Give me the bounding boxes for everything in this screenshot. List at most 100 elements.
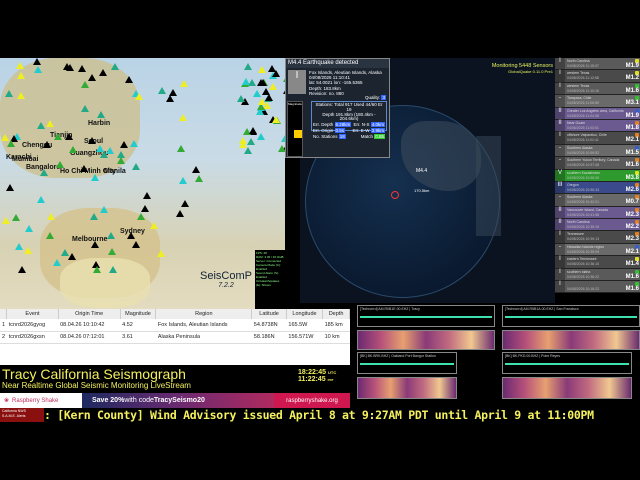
column-header[interactable]: Origin Time [58,309,121,319]
table-row[interactable]: 1 tcnrd2026gyog 08.04.26 10:10:42 4.52 Fox I… [0,319,350,332]
column-header[interactable]: Magnitude [120,309,157,319]
station-icon [265,94,274,102]
earthquake-list-item[interactable]: - Southern Alaska 04/08/2026 10:42:01 M0.7 [555,194,640,207]
station-icon [40,168,49,176]
column-header[interactable] [0,309,8,319]
earthquake-list-item[interactable]: Iwestern Texas 04/08/2026 11:10:16 M1.6 [555,82,640,96]
station-icon [25,224,34,232]
station-icon [109,265,118,273]
event-table[interactable]: Event Origin Time Magnitude Region Latitude L… [0,309,350,365]
station-icon [98,68,107,76]
earthquake-list-item[interactable]: - Tarapaca, Chile 04/08/2026 11:06:59 M3.1 [555,95,640,108]
station-icon [150,222,159,230]
station-icon [181,200,190,208]
city-label: Harbin [88,120,111,127]
station-icon [141,204,150,212]
city-label: Manila [104,168,126,175]
magnitude: M1.6 [625,273,639,280]
column-header[interactable]: Region [155,309,253,319]
earthquake-list-item[interactable]: Ieastern Tennessee 04/08/2026 10:36:10 M1.… [555,256,640,269]
station-icon [178,177,187,185]
station-icon [124,76,133,84]
magnitude: M1.2 [625,75,639,82]
raspberry-shake-logo: ❀ Raspberry Shake [0,393,82,408]
station-icon [53,258,62,266]
earthquake-list-item[interactable]: II Near Guam 04/08/2026 11:03:01 M1.8 [555,119,640,133]
station-icon [80,80,89,88]
earthquake-list-item[interactable]: II Vancouver Island, Canada 04/08/2026 10:… [555,206,640,220]
world-map[interactable]: Harbin Tianjin Seoul Chengdu Guangzhou Karach… [0,58,285,310]
table-row[interactable]: 2 tcnrd2026gxsn 08.04.26 07:12:01 3.61 Alask… [0,331,350,344]
station-icon [12,213,21,221]
intensity: - [555,194,565,206]
earthquake-list-item[interactable]: Vsouthern Kazakhstan 04/08/2026 10:55:08 M… [555,169,640,182]
station-icon [100,151,109,159]
earthquake-list-item[interactable]: - Hawaiian Islands region 04/08/2026 10:39… [555,243,640,257]
intensity: V [555,169,565,181]
magnitude: M2.6 [625,186,639,193]
magnitude: M2.3 [625,211,639,218]
station-icon [46,120,55,128]
station-icon [158,86,167,94]
magnitude: M2.1 [625,137,639,144]
status-line: Camera Mode (C): Enabled [256,263,281,271]
station-icon [37,121,46,129]
earthquake-popup: M4.4 Earthquake detected I Fox Islands, … [285,58,390,158]
magnitude: M1.6 [625,286,639,293]
magnitude: M1.4 [625,261,639,268]
event-label: M4.4 [416,168,428,174]
station-icon [107,248,116,256]
station-icon [143,192,152,200]
intensity: I [555,70,565,82]
intensity-box: I [288,70,306,94]
website-link[interactable]: raspberryshake.org [274,393,350,408]
stream-subtitle: Near Realtime Global Seismic Monitoring … [2,381,191,390]
column-header[interactable]: Depth [322,309,350,319]
station-icon [68,145,77,153]
sponsor-banner[interactable]: ❀ Raspberry Shake Save 20% with code Trac… [0,393,350,408]
column-header[interactable]: Longitude [286,309,324,319]
station-icon [61,248,70,256]
intensity: II [555,119,565,132]
station-icon [64,133,73,141]
earthquake-list-item[interactable]: I Tennessee 04/08/2026 10:39:13 M2.3 [555,231,640,244]
earthquake-list-item[interactable]: III Oregon 04/08/2026 10:50:43 M2.6 [555,181,640,195]
earthquake-list-item[interactable]: - Southern Yukon Territory, Canada 04/08/2… [555,157,640,170]
monitoring-text: Monitoring 5448 Sensors GlobalQuake 0.11.… [491,63,553,74]
station-icon [66,63,75,71]
earthquake-list-item[interactable]: I 04/08/2026 10:18:22 M1.6 [555,281,640,294]
station-icon [179,113,188,121]
station-icon [257,97,266,105]
station-icon [55,160,64,168]
earthquake-list-item[interactable]: I North Carolina 04/08/2026 11:15:07 M1.9 [555,58,640,71]
intensity: III [555,181,565,194]
magnitude: M3.8 [625,174,639,181]
magnitude-meter: Magnitude [287,101,303,157]
column-header[interactable]: Event [6,309,59,319]
station-icon [132,162,141,170]
station-icon [166,95,175,103]
column-header[interactable]: Latitude [251,309,287,319]
earthquake-list-item[interactable]: Ioffshore Valparaiso, Chile 04/08/2026 11… [555,132,640,145]
magnitude: M1.9 [625,63,639,69]
magnitude: M1.6 [625,162,639,169]
station-icon [43,140,52,148]
station-icon [96,110,105,118]
station-icon [1,216,10,224]
waveform-panel: [Technorrd] AM.R0B1E.00.EHZ | Tracy [Tech… [355,305,640,410]
station-icon [4,90,13,98]
intensity: - [555,95,565,107]
magnitude: M1.6 [625,87,639,94]
station-icon [110,63,119,71]
earthquake-list-item[interactable]: Isouthern Idaho 04/08/2026 10:35:22 M1.6 [555,268,640,282]
earthquake-list[interactable]: I North Carolina 04/08/2026 11:15:07 M1.9 Iw… [555,58,640,308]
station-icon [258,79,267,87]
station-icon [7,139,16,147]
earthquake-list-item[interactable]: II North Carolina 04/08/2026 10:39:19 M2.2 [555,219,640,232]
station-icon [194,174,203,182]
earthquake-list-item[interactable]: Iwestern Texas 04/08/2026 11:12:58 M1.2 [555,70,640,83]
earthquake-list-item[interactable]: II Greater Los Angeles area, California 04… [555,107,640,120]
station-icon [256,133,265,141]
earthquake-list-item[interactable]: - Southern Alaska 04/08/2026 10:59:52 M1.5 [555,144,640,158]
station-icon [87,137,96,145]
